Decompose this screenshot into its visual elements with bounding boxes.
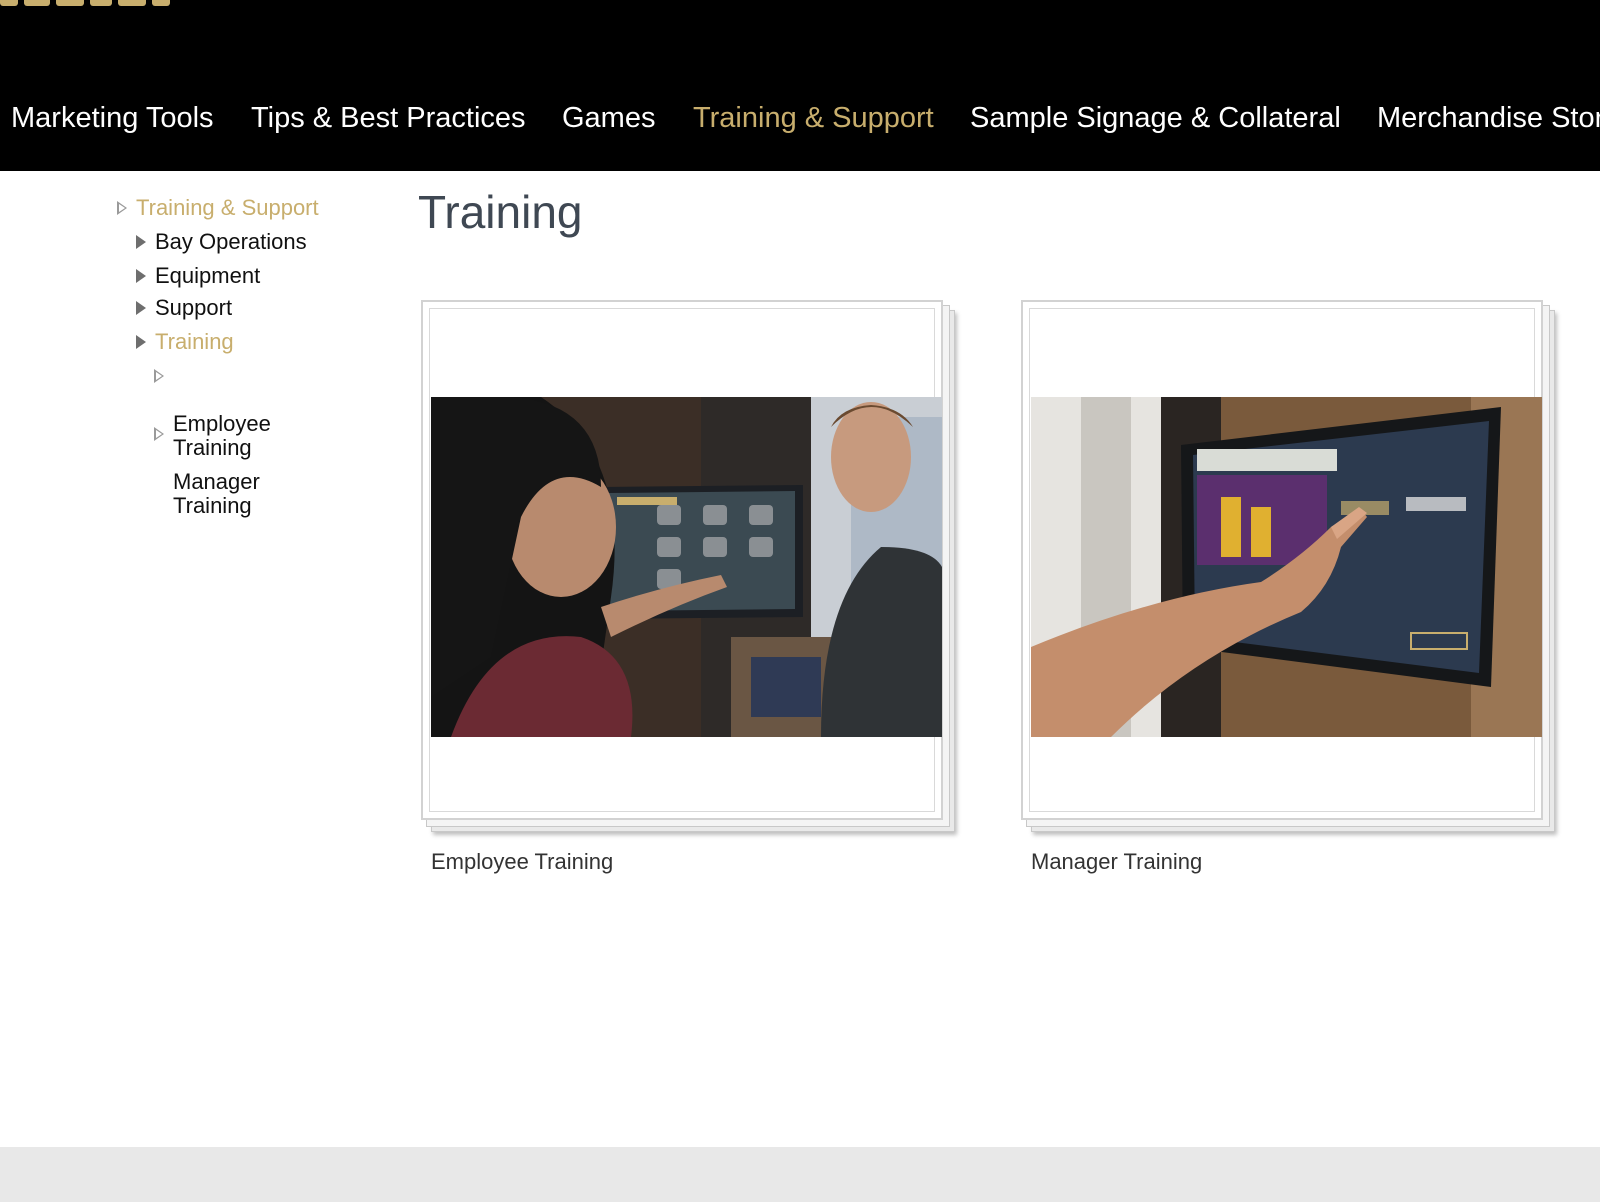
card-inner — [1029, 308, 1542, 812]
nav-item-merchandise-store[interactable]: Merchandise Stor — [1377, 101, 1600, 135]
main-nav: Marketing Tools Tips & Best Practices Ga… — [0, 95, 1600, 145]
expand-triangle-icon — [136, 301, 146, 315]
card-inner — [429, 308, 942, 812]
card-frame — [421, 300, 943, 820]
sidebar-item-support[interactable]: Support — [136, 296, 232, 320]
site-header: Marketing Tools Tips & Best Practices Ga… — [0, 0, 1600, 171]
sidebar-item-training[interactable]: Training — [136, 330, 234, 354]
page-title: Training — [418, 186, 583, 238]
manager-training-photo[interactable] — [1031, 397, 1542, 737]
nav-item-tips-best-practices[interactable]: Tips & Best Practices — [251, 101, 526, 135]
sidebar-item-label: Equipment — [155, 263, 261, 288]
expand-triangle-icon — [154, 427, 164, 441]
expand-triangle-icon — [136, 269, 146, 283]
logo[interactable] — [0, 0, 180, 6]
expand-triangle-icon — [136, 235, 146, 249]
sidebar-item-training-support[interactable]: Training & Support — [117, 196, 319, 220]
sidebar-item-equipment[interactable]: Equipment — [136, 264, 260, 288]
employee-training-photo[interactable] — [431, 397, 942, 737]
card-caption-manager-training[interactable]: Manager Training — [1031, 849, 1202, 875]
expand-triangle-icon — [154, 369, 164, 383]
card-manager-training[interactable] — [1021, 300, 1559, 840]
expand-triangle-icon — [117, 201, 127, 215]
nav-item-training-support[interactable]: Training & Support — [693, 101, 934, 135]
nav-item-games[interactable]: Games — [562, 101, 655, 135]
sidebar-item-label: Support — [155, 295, 233, 320]
footer — [0, 1147, 1600, 1202]
sidebar-item-manager-training[interactable]: Manager Training — [154, 422, 260, 542]
sidebar-item-label: Training — [155, 329, 234, 354]
sidebar-item-label: Training & Support — [136, 195, 319, 220]
expand-triangle-icon — [136, 335, 146, 349]
nav-item-sample-signage-collateral[interactable]: Sample Signage & Collateral — [970, 101, 1341, 135]
nav-item-marketing-tools[interactable]: Marketing Tools — [11, 101, 214, 135]
sidebar-item-label: Bay Operations — [155, 229, 307, 254]
card-employee-training[interactable] — [421, 300, 959, 840]
card-frame — [1021, 300, 1543, 820]
sidebar-item-bay-operations[interactable]: Bay Operations — [136, 230, 307, 254]
sidebar-item-label: Manager Training — [173, 469, 260, 518]
card-caption-employee-training[interactable]: Employee Training — [431, 849, 613, 875]
